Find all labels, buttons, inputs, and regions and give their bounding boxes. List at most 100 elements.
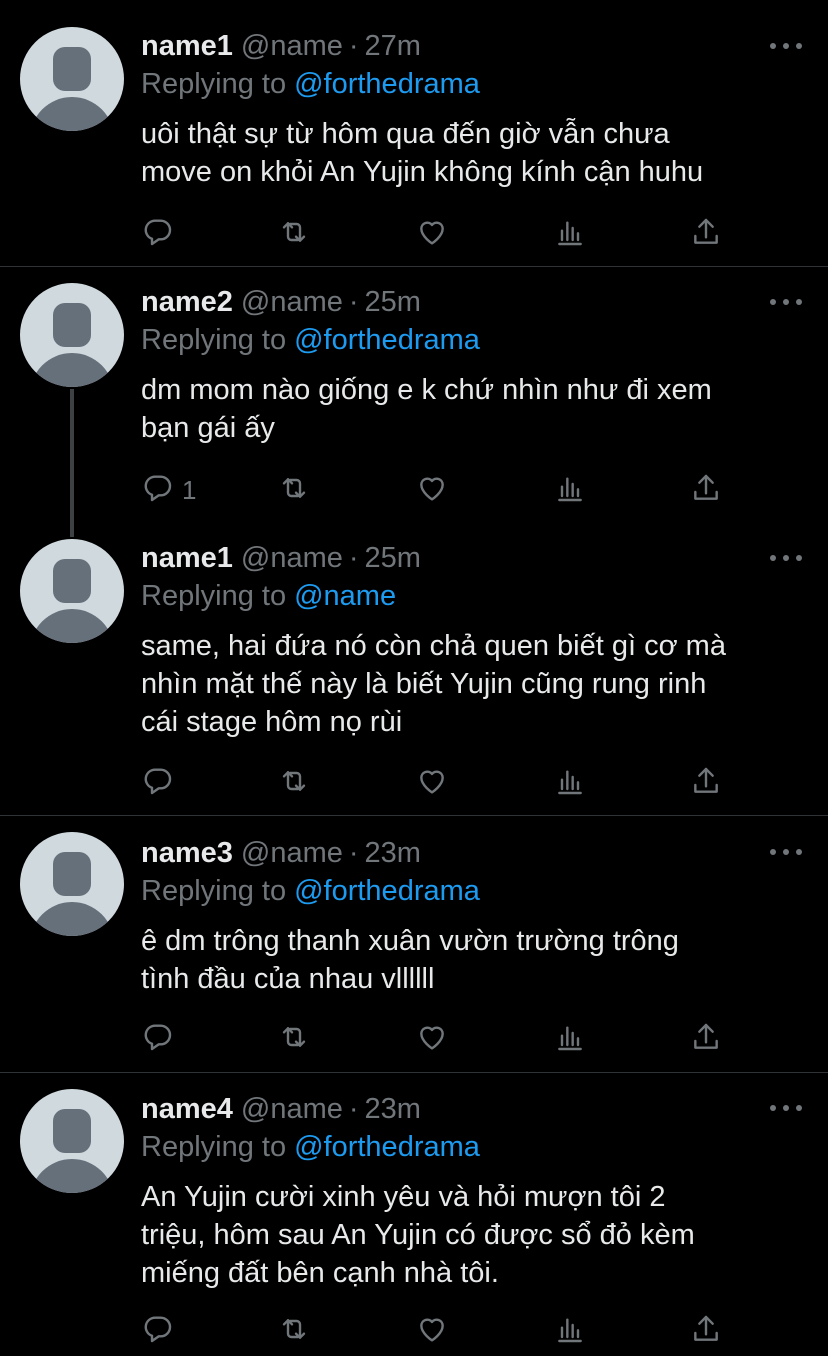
avatar[interactable] xyxy=(20,539,124,643)
tweet[interactable]: name2 @name · 25m Replying to @forthedrama d… xyxy=(0,267,828,537)
mention-link[interactable]: @forthedrama xyxy=(294,1131,480,1163)
share-icon xyxy=(690,1313,722,1350)
reply-icon xyxy=(142,216,174,253)
display-name[interactable]: name4 xyxy=(141,1093,233,1125)
display-name[interactable]: name3 xyxy=(141,837,233,869)
share-icon xyxy=(690,1021,722,1058)
tweet-text: An Yujin cười xinh yêu và hỏi mượn tôi 2… xyxy=(141,1181,695,1289)
tweet[interactable]: name3 @name · 23m Replying to @forthedrama ê… xyxy=(0,816,828,1072)
mention-link[interactable]: @name xyxy=(294,580,396,612)
analytics-button[interactable] xyxy=(554,1021,586,1057)
share-button[interactable] xyxy=(690,765,722,801)
mention-link[interactable]: @forthedrama xyxy=(294,324,480,356)
more-icon[interactable] xyxy=(770,41,804,51)
more-icon[interactable] xyxy=(770,847,804,857)
replying-to: Replying to @forthedrama xyxy=(141,324,480,356)
action-bar xyxy=(0,216,828,252)
retweet-button[interactable] xyxy=(278,765,310,801)
tweet-header: name1 @name · 27m xyxy=(141,30,421,62)
retweet-button[interactable] xyxy=(278,216,310,252)
action-bar xyxy=(0,765,828,801)
share-button[interactable] xyxy=(690,1313,722,1349)
reply-icon xyxy=(142,1021,174,1058)
reply-button[interactable] xyxy=(142,1313,182,1349)
mention-link[interactable]: @forthedrama xyxy=(294,68,480,100)
reply-button[interactable] xyxy=(142,216,182,252)
like-button[interactable] xyxy=(416,1021,448,1057)
more-icon[interactable] xyxy=(770,553,804,563)
tweet-text: uôi thật sự từ hôm qua đến giờ vẫn chưa … xyxy=(141,118,704,188)
display-name[interactable]: name1 xyxy=(141,542,233,574)
retweet-button[interactable] xyxy=(278,1021,310,1057)
share-icon xyxy=(690,765,722,802)
tweet-header: name1 @name · 25m xyxy=(141,542,421,574)
reply-button[interactable]: 1 xyxy=(142,472,196,508)
reply-button[interactable] xyxy=(142,765,182,801)
timestamp[interactable]: 25m xyxy=(365,286,421,318)
analytics-icon xyxy=(554,1021,586,1058)
like-button[interactable] xyxy=(416,216,448,252)
more-icon[interactable] xyxy=(770,297,804,307)
analytics-button[interactable] xyxy=(554,216,586,252)
analytics-button[interactable] xyxy=(554,1313,586,1349)
replying-to: Replying to @name xyxy=(141,580,397,612)
more-icon[interactable] xyxy=(770,1103,804,1113)
like-button[interactable] xyxy=(416,765,448,801)
like-button[interactable] xyxy=(416,1313,448,1349)
timestamp[interactable]: 25m xyxy=(365,542,421,574)
tweet[interactable]: name1 @name · 25m Replying to @name same, ha… xyxy=(0,525,828,815)
retweet-button[interactable] xyxy=(278,472,310,508)
timestamp[interactable]: 23m xyxy=(365,837,421,869)
reply-icon xyxy=(142,1313,174,1350)
tweet-header: name4 @name · 23m xyxy=(141,1093,421,1125)
display-name[interactable]: name1 xyxy=(141,30,233,62)
analytics-button[interactable] xyxy=(554,765,586,801)
avatar[interactable] xyxy=(20,27,124,131)
timestamp[interactable]: 27m xyxy=(365,30,421,62)
like-icon xyxy=(416,472,448,509)
display-name[interactable]: name2 xyxy=(141,286,233,318)
tweet[interactable]: name4 @name · 23m Replying to @forthedrama A… xyxy=(0,1073,828,1356)
analytics-icon xyxy=(554,472,586,509)
retweet-icon xyxy=(278,1021,310,1058)
mention-link[interactable]: @forthedrama xyxy=(294,875,480,907)
tweet-text: same, hai đứa nó còn chả quen biết gì cơ… xyxy=(141,630,726,738)
like-button[interactable] xyxy=(416,472,448,508)
retweet-button[interactable] xyxy=(278,1313,310,1349)
user-handle[interactable]: @name xyxy=(241,542,343,574)
user-handle[interactable]: @name xyxy=(241,1093,343,1125)
share-icon xyxy=(690,216,722,253)
like-icon xyxy=(416,216,448,253)
thread-line xyxy=(70,389,74,537)
user-handle[interactable]: @name xyxy=(241,837,343,869)
reply-button[interactable] xyxy=(142,1021,182,1057)
tweet-header: name2 @name · 25m xyxy=(141,286,421,318)
share-button[interactable] xyxy=(690,472,722,508)
replying-to: Replying to @forthedrama xyxy=(141,875,480,907)
share-button[interactable] xyxy=(690,216,722,252)
action-bar: 1 xyxy=(0,472,828,508)
user-handle[interactable]: @name xyxy=(241,286,343,318)
like-icon xyxy=(416,765,448,802)
analytics-button[interactable] xyxy=(554,472,586,508)
replying-to: Replying to @forthedrama xyxy=(141,68,480,100)
tweet-text: ê dm trông thanh xuân vườn trường trông … xyxy=(141,925,679,995)
retweet-icon xyxy=(278,765,310,802)
retweet-icon xyxy=(278,472,310,509)
share-button[interactable] xyxy=(690,1021,722,1057)
reply-icon xyxy=(142,472,174,509)
like-icon xyxy=(416,1021,448,1058)
retweet-icon xyxy=(278,216,310,253)
analytics-icon xyxy=(554,216,586,253)
like-icon xyxy=(416,1313,448,1350)
action-bar xyxy=(0,1313,828,1349)
tweet-header: name3 @name · 23m xyxy=(141,837,421,869)
avatar[interactable] xyxy=(20,832,124,936)
tweet[interactable]: name1 @name · 27m Replying to @forthedrama u… xyxy=(0,0,828,266)
avatar[interactable] xyxy=(20,283,124,387)
user-handle[interactable]: @name xyxy=(241,30,343,62)
avatar[interactable] xyxy=(20,1089,124,1193)
timestamp[interactable]: 23m xyxy=(365,1093,421,1125)
share-icon xyxy=(690,472,722,509)
replying-to: Replying to @forthedrama xyxy=(141,1131,480,1163)
